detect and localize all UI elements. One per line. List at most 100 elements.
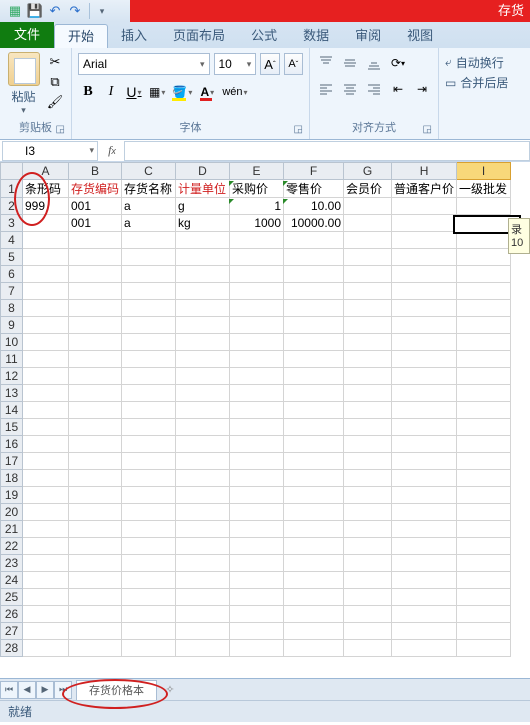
cell[interactable] — [230, 402, 284, 419]
cell[interactable] — [176, 232, 230, 249]
cell[interactable] — [230, 470, 284, 487]
row-header[interactable]: 19 — [1, 487, 23, 504]
cell[interactable] — [122, 538, 176, 555]
cell[interactable] — [23, 521, 69, 538]
cell[interactable] — [344, 589, 392, 606]
cell[interactable] — [230, 589, 284, 606]
cell[interactable]: 零售价 — [284, 180, 344, 198]
cell[interactable] — [230, 351, 284, 368]
cell[interactable] — [230, 504, 284, 521]
cell[interactable] — [23, 368, 69, 385]
cell[interactable] — [344, 266, 392, 283]
cell[interactable]: 计量单位 — [176, 180, 230, 198]
row-header[interactable]: 14 — [1, 402, 23, 419]
cell[interactable] — [344, 402, 392, 419]
align-bottom-icon[interactable] — [364, 53, 384, 73]
cell[interactable] — [344, 436, 392, 453]
column-header[interactable]: C — [122, 163, 176, 180]
tab-view[interactable]: 视图 — [394, 24, 446, 48]
cell[interactable] — [284, 266, 344, 283]
cell[interactable] — [284, 623, 344, 640]
cell[interactable] — [344, 419, 392, 436]
cell[interactable] — [23, 283, 69, 300]
cell[interactable] — [457, 249, 511, 266]
cell[interactable] — [457, 334, 511, 351]
cell[interactable] — [344, 521, 392, 538]
cell[interactable]: 001 — [69, 198, 122, 215]
cell[interactable] — [284, 283, 344, 300]
decrease-font-icon[interactable]: Aˇ — [284, 53, 303, 75]
row-header[interactable]: 2 — [1, 198, 23, 215]
italic-button[interactable]: I — [101, 81, 121, 103]
cell[interactable] — [392, 640, 457, 657]
sheet-nav-prev-icon[interactable]: ◀ — [18, 681, 36, 699]
cell[interactable] — [344, 385, 392, 402]
cell[interactable] — [122, 436, 176, 453]
row-header[interactable]: 13 — [1, 385, 23, 402]
cell[interactable] — [122, 351, 176, 368]
cell[interactable] — [176, 300, 230, 317]
cell[interactable] — [230, 283, 284, 300]
row-header[interactable]: 10 — [1, 334, 23, 351]
cell[interactable] — [69, 368, 122, 385]
align-top-icon[interactable] — [316, 53, 336, 73]
formula-input[interactable] — [124, 141, 530, 161]
cell[interactable] — [230, 453, 284, 470]
cell[interactable] — [176, 487, 230, 504]
cell[interactable] — [344, 487, 392, 504]
cell[interactable] — [176, 504, 230, 521]
cell[interactable] — [392, 198, 457, 215]
column-header[interactable]: F — [284, 163, 344, 180]
cell[interactable] — [457, 589, 511, 606]
cell[interactable] — [392, 453, 457, 470]
grid[interactable]: ABCDEFGHI1条形码存货编码存货名称计量单位采购价零售价会员价普通客户价一… — [0, 162, 530, 678]
cell[interactable] — [230, 436, 284, 453]
cell[interactable] — [69, 232, 122, 249]
cell[interactable] — [176, 640, 230, 657]
row-header[interactable]: 26 — [1, 606, 23, 623]
increase-font-icon[interactable]: Aˆ — [260, 53, 279, 75]
undo-icon[interactable]: ↶ — [46, 2, 64, 20]
cell[interactable] — [176, 249, 230, 266]
cell[interactable] — [23, 453, 69, 470]
decrease-indent-icon[interactable]: ⇤ — [388, 79, 408, 99]
cell[interactable] — [284, 419, 344, 436]
cell[interactable] — [344, 232, 392, 249]
new-sheet-icon[interactable]: ✧ — [159, 681, 181, 699]
row-header[interactable]: 6 — [1, 266, 23, 283]
cell[interactable] — [457, 351, 511, 368]
cell[interactable] — [69, 623, 122, 640]
cell[interactable] — [122, 504, 176, 521]
chevron-down-icon[interactable]: ▾ — [89, 145, 94, 156]
cell[interactable] — [230, 555, 284, 572]
name-box[interactable]: I3▾ — [2, 141, 98, 161]
cell[interactable] — [284, 470, 344, 487]
cell[interactable] — [230, 640, 284, 657]
cell[interactable] — [284, 538, 344, 555]
cell[interactable] — [176, 453, 230, 470]
row-header[interactable]: 22 — [1, 538, 23, 555]
cell[interactable] — [344, 572, 392, 589]
cell[interactable]: 001 — [69, 215, 122, 232]
cell[interactable] — [69, 555, 122, 572]
cell[interactable] — [69, 317, 122, 334]
cell[interactable] — [344, 623, 392, 640]
cell[interactable] — [230, 521, 284, 538]
cell[interactable] — [284, 606, 344, 623]
column-header[interactable]: A — [23, 163, 69, 180]
row-header[interactable]: 23 — [1, 555, 23, 572]
cell[interactable] — [69, 521, 122, 538]
cell[interactable] — [69, 402, 122, 419]
cell[interactable] — [122, 317, 176, 334]
cell[interactable] — [392, 521, 457, 538]
cell[interactable] — [230, 385, 284, 402]
tab-file[interactable]: 文件 — [0, 22, 54, 48]
cell[interactable] — [457, 487, 511, 504]
select-all-corner[interactable] — [1, 163, 23, 180]
cell[interactable] — [69, 453, 122, 470]
cell[interactable] — [176, 470, 230, 487]
font-size-combo[interactable]: 10▾ — [214, 53, 257, 75]
qat-customize-icon[interactable]: ▾ — [93, 2, 111, 20]
row-header[interactable]: 1 — [1, 180, 23, 198]
row-header[interactable]: 7 — [1, 283, 23, 300]
